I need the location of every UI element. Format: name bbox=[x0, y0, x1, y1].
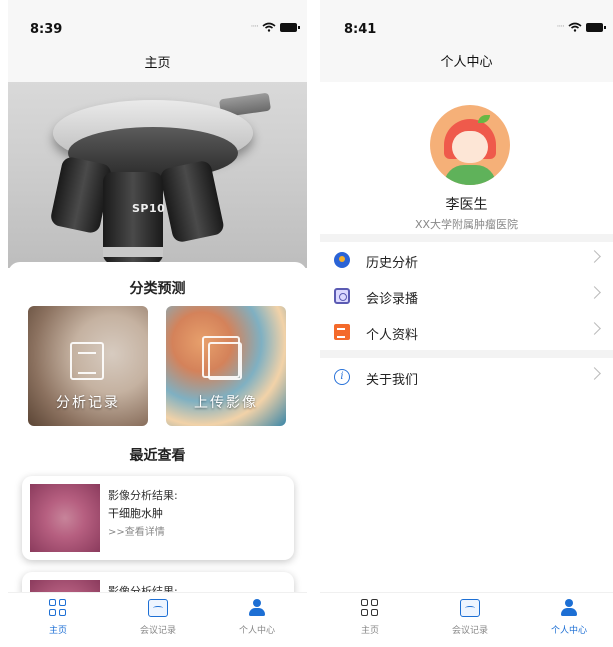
menu-item-consult-recordings[interactable]: 会诊录播 bbox=[320, 278, 613, 314]
grid-icon bbox=[361, 599, 379, 617]
user-organization: XX大学附属肿瘤医院 bbox=[414, 218, 519, 231]
document-list-icon bbox=[70, 342, 104, 380]
meeting-icon bbox=[148, 599, 168, 617]
menu-item-about[interactable]: i 关于我们 bbox=[320, 359, 613, 395]
page-title: 个人中心 bbox=[320, 52, 613, 82]
divider bbox=[320, 234, 613, 242]
battery-icon bbox=[586, 22, 606, 32]
recent-title: 最近查看 bbox=[129, 448, 186, 464]
menu-label: 会诊录播 bbox=[366, 292, 419, 307]
avatar[interactable] bbox=[430, 105, 510, 185]
tab-personal-center[interactable]: 个人中心 bbox=[524, 599, 613, 636]
info-icon: i bbox=[334, 369, 350, 385]
recent-card[interactable]: 影像分析结果: 干细胞水肿 >>查看详情 bbox=[22, 476, 294, 560]
classify-title: 分类预测 bbox=[129, 281, 186, 297]
tab-home[interactable]: 主页 bbox=[325, 599, 415, 636]
chevron-right-icon bbox=[588, 250, 601, 263]
tab-bar: 主页 会议记录 个人中心 bbox=[320, 592, 613, 647]
tab-label: 会议记录 bbox=[451, 626, 488, 636]
status-bar: 8:39 ···· bbox=[8, 0, 307, 52]
tile-label: 分析记录 bbox=[56, 395, 120, 411]
tab-label: 个人中心 bbox=[550, 626, 587, 636]
profile-icon bbox=[334, 324, 350, 340]
upload-image-tile[interactable]: 上传影像 bbox=[166, 306, 286, 426]
signal-icon: ···· bbox=[556, 22, 566, 32]
wifi-icon bbox=[568, 22, 582, 32]
tissue-thumbnail bbox=[30, 484, 100, 552]
menu-item-profile[interactable]: 个人资料 bbox=[320, 314, 613, 350]
meeting-icon bbox=[460, 599, 480, 617]
tab-meeting-records[interactable]: 会议记录 bbox=[113, 599, 203, 636]
view-details-link[interactable]: >>查看详情 bbox=[108, 523, 165, 538]
divider bbox=[320, 350, 613, 358]
menu-label: 关于我们 bbox=[366, 373, 419, 388]
grid-icon bbox=[49, 599, 67, 617]
battery-icon bbox=[280, 22, 300, 32]
tab-personal-center[interactable]: 个人中心 bbox=[212, 599, 302, 636]
menu-item-history[interactable]: 历史分析 bbox=[320, 242, 613, 278]
home-screen: 8:39 ···· 主页 SP10 分类预测 分析记录 上传影像 最近查看 影像… bbox=[8, 0, 307, 647]
status-icons: ···· bbox=[556, 22, 606, 32]
tab-label: 会议记录 bbox=[139, 626, 176, 636]
chevron-right-icon bbox=[588, 286, 601, 299]
person-icon bbox=[248, 599, 266, 617]
menu-label: 个人资料 bbox=[366, 328, 419, 343]
tab-bar: 主页 会议记录 个人中心 bbox=[8, 592, 307, 647]
tab-label: 主页 bbox=[360, 626, 379, 636]
personal-center-screen: 8:41 ···· 个人中心 李医生 XX大学附属肿瘤医院 历史分析 会诊录播 … bbox=[320, 0, 613, 647]
tab-home[interactable]: 主页 bbox=[13, 599, 103, 636]
person-icon bbox=[560, 599, 578, 617]
page-title: 主页 bbox=[8, 52, 307, 82]
user-name: 李医生 bbox=[445, 197, 488, 213]
menu-label: 历史分析 bbox=[366, 256, 419, 271]
status-time: 8:39 bbox=[30, 22, 63, 37]
card-result: 干细胞水肿 bbox=[108, 507, 163, 520]
card-title: 影像分析结果: bbox=[108, 489, 178, 502]
tab-label: 主页 bbox=[48, 626, 67, 636]
chevron-right-icon bbox=[588, 322, 601, 335]
tab-label: 个人中心 bbox=[238, 626, 275, 636]
analysis-records-tile[interactable]: 分析记录 bbox=[28, 306, 148, 426]
tab-meeting-records[interactable]: 会议记录 bbox=[425, 599, 515, 636]
microscope-banner: SP10 bbox=[8, 82, 307, 268]
signal-icon: ···· bbox=[250, 22, 260, 32]
record-icon bbox=[334, 288, 350, 304]
wifi-icon bbox=[262, 22, 276, 32]
chevron-right-icon bbox=[588, 367, 601, 380]
status-bar: 8:41 ···· bbox=[320, 0, 613, 52]
tile-label: 上传影像 bbox=[194, 395, 258, 411]
status-icons: ···· bbox=[250, 22, 300, 32]
copy-image-icon bbox=[202, 336, 242, 380]
history-icon bbox=[334, 252, 350, 268]
objective-label: SP10 bbox=[132, 202, 166, 215]
status-time: 8:41 bbox=[344, 22, 377, 37]
